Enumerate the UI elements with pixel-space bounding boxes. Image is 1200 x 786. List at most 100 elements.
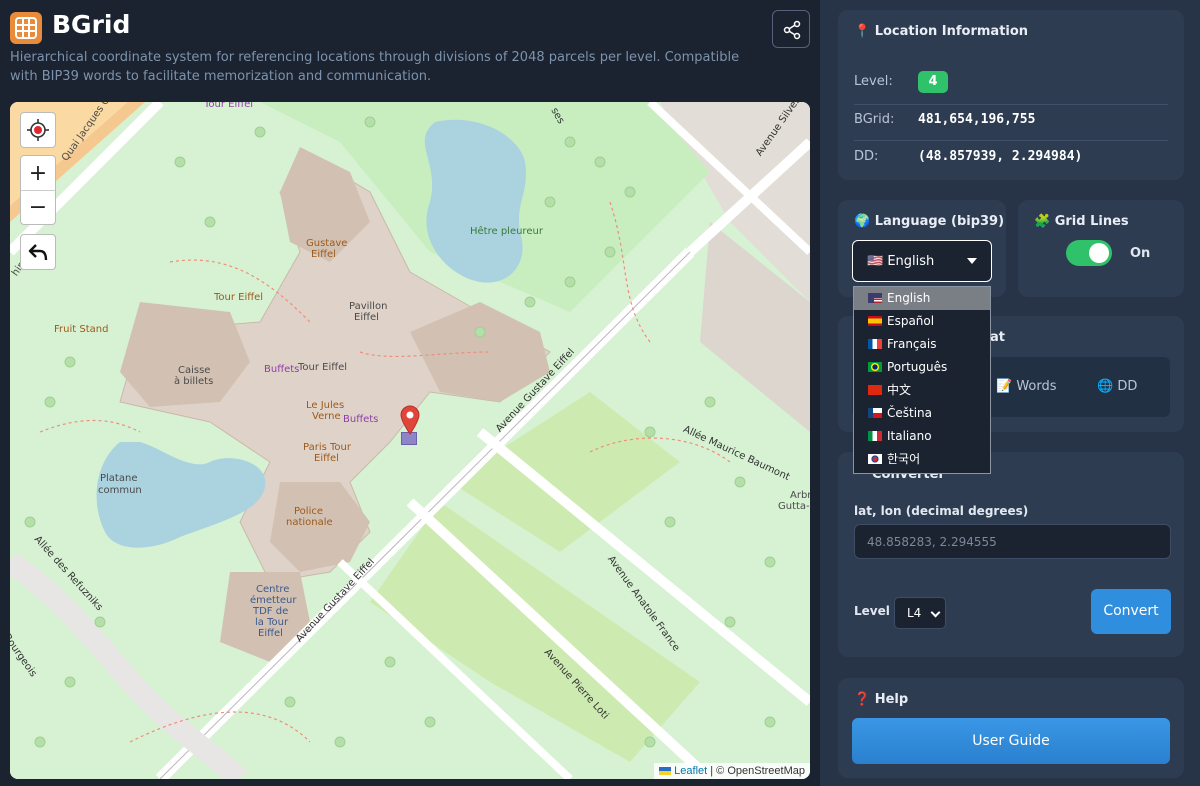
map-label: Pavillon: [349, 301, 388, 312]
format-title: at: [990, 330, 1005, 345]
map-label: Tour Eiffel: [214, 292, 264, 303]
language-option-label: Português: [887, 360, 948, 374]
map-view[interactable]: Tour Eiffel hirac Quai Jacques Chirac Gu…: [10, 102, 810, 779]
it-flag-icon: [868, 431, 882, 441]
dd-value: (48.857939, 2.294984): [918, 149, 1083, 164]
map-label: Caisse: [178, 365, 211, 376]
zoom-out-button[interactable]: −: [21, 190, 55, 224]
bgrid-label: BGrid:: [854, 112, 895, 127]
map-label: Eiffel: [311, 249, 336, 260]
fr-flag-icon: [868, 339, 882, 349]
language-option-label: Français: [887, 337, 937, 351]
zoom-in-button[interactable]: +: [21, 156, 55, 190]
map-label: à billets: [174, 376, 214, 387]
language-selected: 🇺🇸 English: [867, 254, 935, 269]
language-option-italian[interactable]: Italiano: [854, 425, 990, 448]
help-title: ❓ Help: [854, 692, 909, 707]
converter-level-value: L4: [907, 606, 922, 620]
map-label: Police: [294, 506, 323, 517]
es-flag-icon: [868, 316, 882, 326]
language-option-korean[interactable]: 한국어: [854, 448, 990, 471]
kr-flag-icon: [868, 454, 882, 464]
map-label: Verne: [312, 411, 341, 422]
language-option-label: Italiano: [887, 429, 932, 443]
language-option-portuguese[interactable]: Português: [854, 356, 990, 379]
ukraine-flag-icon: [659, 767, 672, 775]
map-label: Centre: [256, 584, 290, 595]
share-button[interactable]: [772, 10, 810, 48]
map-label: Fruit Stand: [54, 324, 109, 335]
map-label: TDF de: [253, 606, 289, 617]
locate-button[interactable]: [21, 113, 55, 147]
chevron-down-icon: [967, 258, 977, 264]
map-label: nationale: [286, 517, 333, 528]
language-option-label: 한국어: [887, 452, 921, 466]
language-option-english[interactable]: English: [854, 287, 990, 310]
app-header: BGrid Hierarchical coordinate system for…: [10, 8, 810, 98]
map-label: Tour Eiffel: [298, 362, 348, 373]
level-badge: 4: [918, 71, 948, 93]
plus-icon: +: [28, 160, 48, 186]
language-option-label: 中文: [887, 383, 912, 397]
language-select[interactable]: 🇺🇸 English: [852, 240, 992, 282]
app-subtitle: Hierarchical coordinate system for refer…: [10, 50, 740, 84]
location-info-card: 📍 Location Information Level: 4 BGrid: 4…: [838, 10, 1184, 180]
language-option-label: Español: [887, 314, 935, 328]
zoom-control: + −: [20, 155, 56, 225]
map-label: la Tour: [255, 617, 289, 628]
map-label: Buffets: [343, 414, 379, 425]
language-option-label: Čeština: [887, 406, 933, 420]
map-label: Gutta-P: [778, 501, 810, 512]
format-words-option[interactable]: 📝 Words: [996, 379, 1057, 394]
grid-lines-state: On: [1130, 246, 1151, 261]
map-attribution: Leaflet | © OpenStreetMap: [654, 763, 810, 779]
language-option-label: English: [887, 291, 931, 305]
language-option-chinese[interactable]: 中文: [854, 379, 990, 402]
leaflet-link[interactable]: Leaflet: [674, 765, 707, 777]
grid-logo-icon: [10, 12, 42, 44]
map-label: Paris Tour: [303, 442, 351, 453]
br-flag-icon: [868, 362, 882, 372]
map-label: Gustave: [306, 238, 348, 249]
format-dd-option[interactable]: 🌐 DD: [1097, 379, 1137, 394]
language-title: 🌍 Language (bip39): [854, 214, 1005, 229]
map-pin-icon[interactable]: [400, 405, 420, 435]
grid-lines-toggle[interactable]: [1066, 240, 1112, 266]
dd-label: DD:: [854, 149, 879, 164]
cn-flag-icon: [868, 385, 882, 395]
location-info-title: 📍 Location Information: [854, 24, 1029, 39]
help-card: ❓ Help User Guide: [838, 678, 1184, 778]
map-label: Arbr: [790, 490, 810, 501]
map-label: Platane: [100, 473, 138, 484]
map-label: Eiffel: [354, 312, 379, 323]
coordinates-field[interactable]: [854, 524, 1171, 559]
map-label: Eiffel: [258, 628, 283, 639]
language-dropdown[interactable]: English Español Français Português 中文 Če…: [853, 286, 991, 474]
minus-icon: −: [28, 195, 48, 220]
osm-attribution[interactable]: | © OpenStreetMap: [710, 765, 805, 777]
map-label: Eiffel: [314, 453, 339, 464]
level-label: Level:: [854, 74, 893, 89]
map-label: émetteur: [250, 595, 297, 606]
locate-icon: [27, 119, 49, 141]
user-guide-button[interactable]: User Guide: [852, 718, 1170, 764]
back-control[interactable]: [20, 234, 56, 270]
undo-arrow-icon: [28, 244, 48, 261]
map-label: commun: [98, 485, 142, 496]
converter-level-select[interactable]: L4: [894, 597, 946, 629]
app-title: BGrid: [52, 10, 131, 39]
toggle-knob: [1089, 243, 1109, 263]
back-button[interactable]: [21, 235, 55, 269]
map-label: Tour Eiffel: [204, 102, 254, 110]
divider: [854, 140, 1168, 141]
locate-control[interactable]: [20, 112, 56, 148]
language-option-french[interactable]: Français: [854, 333, 990, 356]
language-card: 🌍 Language (bip39) 🇺🇸 English: [838, 200, 1006, 297]
chevron-down-icon: [930, 607, 941, 618]
grid-lines-title: 🧩 Grid Lines: [1034, 214, 1129, 229]
convert-button[interactable]: Convert: [1091, 589, 1171, 634]
language-option-spanish[interactable]: Español: [854, 310, 990, 333]
language-option-czech[interactable]: Čeština: [854, 402, 990, 425]
bgrid-value: 481,654,196,755: [918, 112, 1036, 127]
coordinates-input[interactable]: [855, 525, 1170, 558]
